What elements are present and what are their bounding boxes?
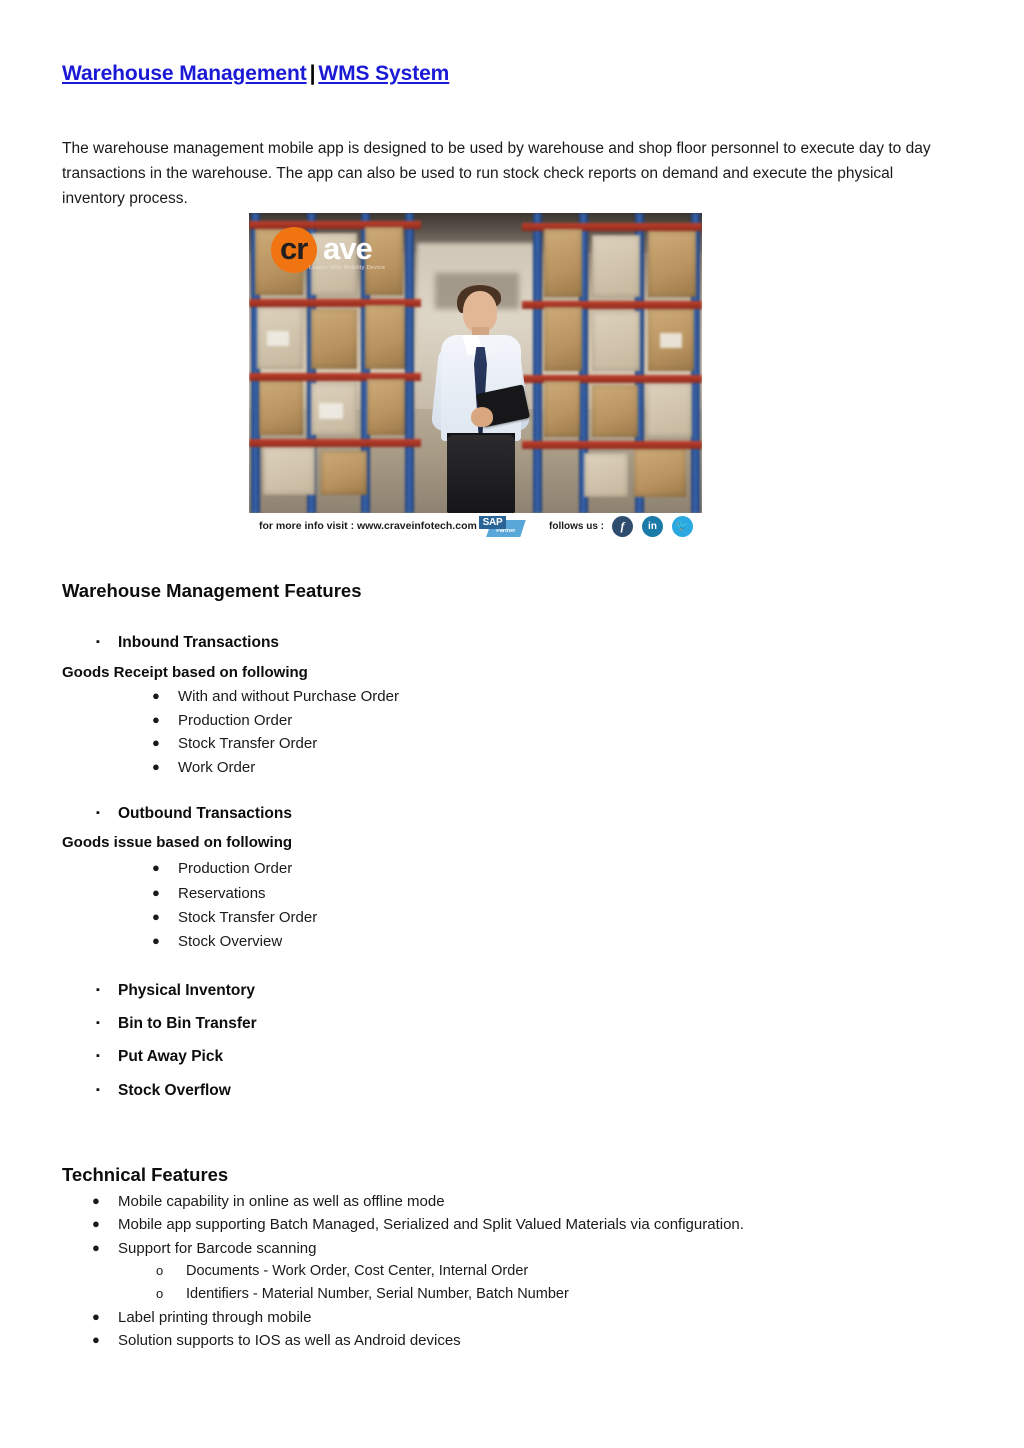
photo-rack-right — [522, 213, 702, 513]
square-bullet-icon: ▪ — [96, 1084, 100, 1096]
warehouse-photo: cr ave Leader With Mobility Device — [249, 213, 702, 513]
sap-partner-main-text: SAP — [479, 516, 506, 529]
round-bullet-icon: ● — [152, 885, 160, 900]
outbound-item-2: ● Stock Transfer Order — [152, 909, 317, 926]
feature-bin-to-bin-transfer: ▪ Bin to Bin Transfer — [96, 1015, 257, 1033]
round-bullet-icon: ● — [152, 712, 160, 727]
square-bullet-icon: ▪ — [96, 1050, 100, 1062]
technical-item-label: Support for Barcode scanning — [118, 1240, 317, 1257]
promo-info-text: for more info visit : www.craveinfotech.… — [259, 520, 477, 532]
promo-footer-bar: for more info visit : www.craveinfotech.… — [249, 513, 702, 540]
round-bullet-icon: ● — [152, 688, 160, 703]
round-bullet-icon: ● — [152, 909, 160, 924]
technical-item-0: ● Mobile capability in online as well as … — [92, 1193, 445, 1210]
round-bullet-icon: ● — [92, 1193, 100, 1208]
round-bullet-icon: ● — [152, 735, 160, 750]
round-bullet-icon: ● — [152, 860, 160, 875]
facebook-icon[interactable]: f — [612, 516, 633, 537]
inbound-item-0: ● With and without Purchase Order — [152, 688, 399, 705]
title-link-wms-system[interactable]: WMS System — [318, 62, 449, 85]
feature-inbound-label: Inbound Transactions — [118, 634, 280, 651]
technical-sub-item-1: o Identifiers - Material Number, Serial N… — [156, 1286, 569, 1302]
outbound-item-1: ● Reservations — [152, 885, 266, 902]
technical-item-1: ● Mobile app supporting Batch Managed, Se… — [92, 1216, 744, 1233]
technical-item-label: Label printing through mobile — [118, 1309, 312, 1326]
sap-partner-logo: Partner SAP — [479, 514, 526, 539]
linkedin-icon[interactable]: in — [642, 516, 663, 537]
inbound-item-label: Stock Transfer Order — [178, 735, 318, 752]
round-bullet-icon: ● — [92, 1216, 100, 1231]
outbound-item-label: Production Order — [178, 860, 293, 877]
feature-label: Stock Overflow — [118, 1082, 231, 1099]
inbound-item-label: With and without Purchase Order — [178, 688, 399, 705]
round-bullet-icon: ● — [152, 933, 160, 948]
feature-outbound-transactions: ▪ Outbound Transactions — [96, 805, 292, 823]
crave-logo-mark-text: cr — [280, 231, 308, 266]
round-bullet-icon: ● — [152, 759, 160, 774]
intro-paragraph: The warehouse management mobile app is d… — [62, 139, 931, 207]
inbound-sub-heading: Goods Receipt based on following — [62, 664, 308, 681]
feature-inbound-transactions: ▪ Inbound Transactions — [96, 634, 279, 652]
inbound-item-3: ● Work Order — [152, 759, 255, 776]
inbound-item-2: ● Stock Transfer Order — [152, 735, 317, 752]
technical-item-3: ● Label printing through mobile — [92, 1309, 311, 1326]
inbound-item-1: ● Production Order — [152, 712, 292, 729]
outbound-item-label: Reservations — [178, 885, 266, 902]
follow-us-label: follows us : — [549, 521, 604, 532]
outbound-sub-heading: Goods issue based on following — [62, 834, 293, 851]
feature-put-away-pick: ▪ Put Away Pick — [96, 1048, 223, 1066]
outbound-item-3: ● Stock Overview — [152, 933, 282, 950]
feature-label: Bin to Bin Transfer — [118, 1015, 257, 1032]
technical-item-label: Mobile app supporting Batch Managed, Ser… — [118, 1216, 744, 1233]
square-bullet-icon: ▪ — [96, 1017, 100, 1029]
hollow-bullet-icon: o — [156, 1263, 164, 1278]
technical-item-2: ● Support for Barcode scanning — [92, 1240, 316, 1257]
outbound-item-label: Stock Overview — [178, 933, 283, 950]
round-bullet-icon: ● — [92, 1309, 100, 1324]
title-separator: | — [309, 62, 316, 85]
feature-label: Put Away Pick — [118, 1048, 224, 1065]
crave-logo-tagline: Leader With Mobility Device — [309, 265, 386, 271]
feature-stock-overflow: ▪ Stock Overflow — [96, 1082, 231, 1100]
outbound-item-label: Stock Transfer Order — [178, 909, 318, 926]
square-bullet-icon: ▪ — [96, 984, 100, 996]
twitter-icon[interactable]: 🐦 — [672, 516, 693, 537]
technical-item-label: Solution supports to IOS as well as Andr… — [118, 1332, 461, 1349]
outbound-item-0: ● Production Order — [152, 860, 292, 877]
round-bullet-icon: ● — [92, 1332, 100, 1347]
promo-image: cr ave Leader With Mobility Device for m… — [249, 213, 702, 540]
technical-sub-item-label: Documents - Work Order, Cost Center, Int… — [186, 1263, 529, 1279]
technical-features-heading: Technical Features — [62, 1164, 229, 1185]
square-bullet-icon: ▪ — [96, 807, 100, 819]
feature-outbound-label: Outbound Transactions — [118, 805, 292, 822]
feature-label: Physical Inventory — [118, 982, 255, 999]
photo-person — [427, 285, 535, 513]
technical-item-4: ● Solution supports to IOS as well as And… — [92, 1332, 461, 1349]
features-heading: Warehouse Management Features — [62, 580, 362, 601]
technical-item-label: Mobile capability in online as well as o… — [118, 1193, 445, 1210]
crave-logo: cr ave Leader With Mobility Device — [271, 227, 409, 279]
inbound-item-label: Production Order — [178, 712, 293, 729]
hollow-bullet-icon: o — [156, 1286, 164, 1301]
square-bullet-icon: ▪ — [96, 636, 100, 648]
page-title: Warehouse Management | WMS System — [62, 62, 449, 86]
crave-logo-word: ave — [323, 231, 373, 266]
inbound-item-label: Work Order — [178, 759, 256, 776]
document-page: Warehouse Management | WMS System The ware… — [0, 0, 1024, 1448]
technical-sub-item-label: Identifiers - Material Number, Serial Nu… — [186, 1286, 569, 1302]
feature-physical-inventory: ▪ Physical Inventory — [96, 982, 255, 1000]
title-link-warehouse-management[interactable]: Warehouse Management — [62, 62, 307, 85]
technical-sub-item-0: o Documents - Work Order, Cost Center, In… — [156, 1263, 528, 1279]
round-bullet-icon: ● — [92, 1240, 100, 1255]
